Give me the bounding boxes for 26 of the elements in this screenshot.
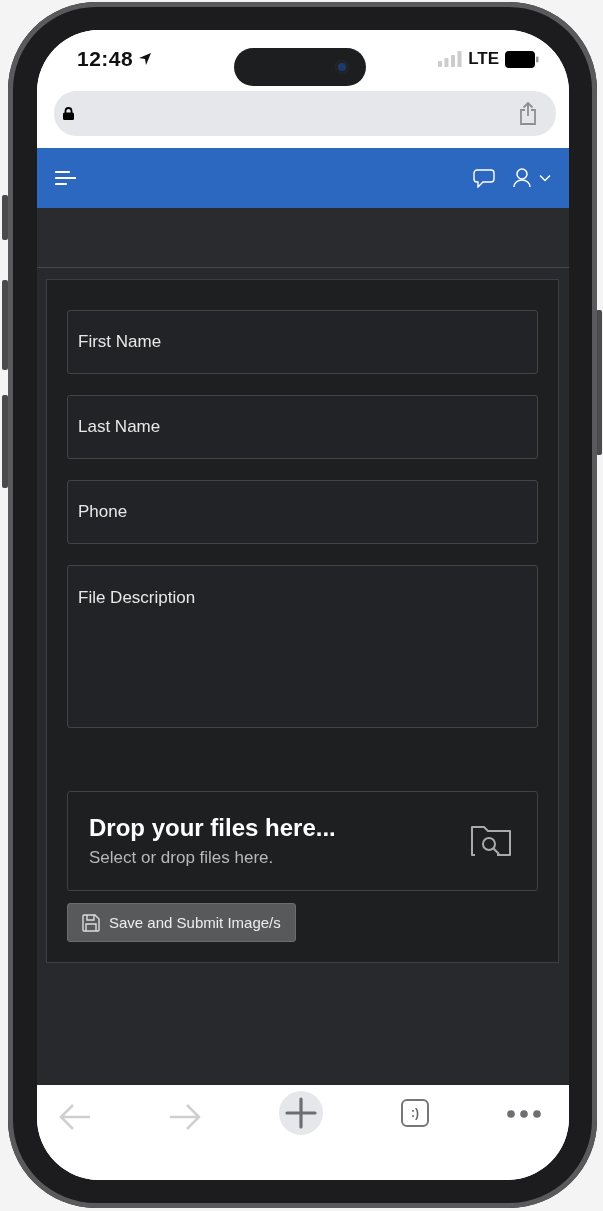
battery-icon <box>505 50 539 68</box>
network-label: LTE <box>468 49 499 69</box>
chevron-down-icon[interactable] <box>539 174 551 182</box>
menu-icon[interactable] <box>55 170 76 186</box>
tabs-button[interactable]: :) <box>401 1099 429 1127</box>
lock-icon <box>63 107 74 120</box>
location-arrow-icon <box>138 52 153 66</box>
camera-lens <box>335 60 349 74</box>
description-field[interactable]: File Description <box>67 565 538 728</box>
chat-bubble-icon[interactable] <box>473 168 495 188</box>
save-icon <box>82 913 100 932</box>
share-icon[interactable] <box>518 102 538 125</box>
folder-search-icon <box>470 825 512 857</box>
plus-icon <box>285 1097 317 1129</box>
new-tab-button[interactable] <box>279 1091 323 1135</box>
more-icon[interactable] <box>507 1110 541 1118</box>
drop-title: Drop your files here... <box>89 814 337 842</box>
input-field[interactable]: First Name <box>67 310 538 374</box>
file-drop-zone[interactable]: Drop your files here... Select or drop files here. <box>67 791 538 891</box>
clock-time: 12:48 <box>77 47 134 71</box>
drop-hint: Select or drop files here. <box>89 848 275 868</box>
signal-icon <box>438 51 463 67</box>
input-field[interactable]: Last Name <box>67 395 538 459</box>
submit-button[interactable]: Save and Submit Image/s <box>67 903 296 942</box>
user-icon[interactable] <box>513 168 531 188</box>
input-field[interactable]: Phone <box>67 480 538 544</box>
